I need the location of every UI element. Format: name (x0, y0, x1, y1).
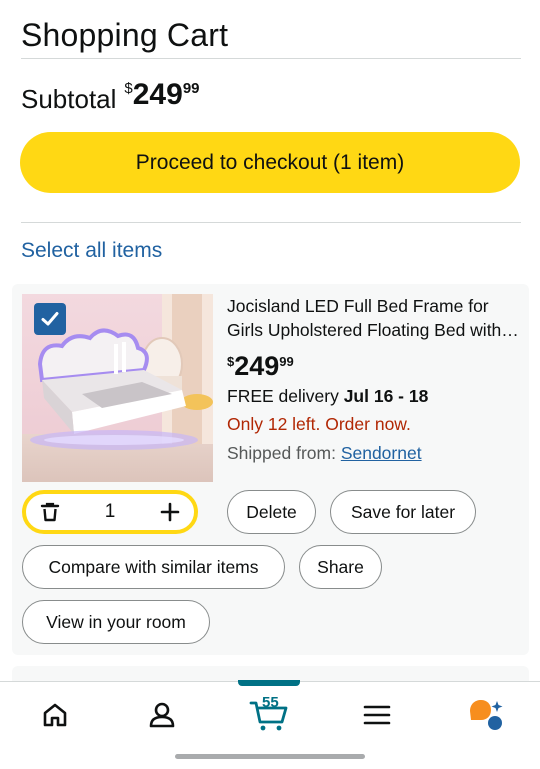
nav-menu-button[interactable] (355, 695, 399, 735)
share-button[interactable]: Share (299, 545, 382, 589)
home-icon (43, 703, 67, 727)
plus-icon[interactable] (158, 500, 182, 524)
subtotal-label: Subtotal (21, 84, 117, 114)
nav-rufus-button[interactable] (464, 695, 508, 735)
checkmark-icon (41, 312, 59, 326)
subtotal-price-fraction: 99 (182, 80, 200, 97)
stock-warning: Only 12 left. Order now. (227, 414, 411, 434)
item-price-currency: $ (227, 354, 235, 369)
shipped-from: Shipped from: Sendornet (227, 443, 422, 464)
select-all-link[interactable]: Select all items (21, 239, 162, 263)
system-home-indicator (175, 754, 365, 759)
section-divider (21, 222, 521, 223)
rufus-icon (470, 700, 503, 730)
view-in-room-button[interactable]: View in your room (22, 600, 210, 644)
seller-link[interactable]: Sendornet (341, 443, 422, 463)
page-title: Shopping Cart (21, 17, 229, 53)
shipped-label: Shipped from: (227, 443, 341, 463)
save-for-later-button[interactable]: Save for later (330, 490, 476, 534)
subtotal: Subtotal $ 249 99 (21, 78, 200, 115)
header-divider (21, 58, 521, 59)
active-tab-indicator (238, 680, 300, 686)
menu-icon (363, 705, 391, 725)
delete-button[interactable]: Delete (227, 490, 316, 534)
item-price: $ 249 99 (227, 351, 294, 381)
nav-home-button[interactable] (33, 695, 77, 735)
trash-icon[interactable] (38, 500, 62, 524)
item-select-checkbox[interactable] (34, 303, 66, 335)
cart-count-badge: 55 (262, 694, 279, 711)
product-title-link[interactable]: Jocisland LED Full Bed Frame for Girls U… (227, 294, 520, 342)
item-price-fraction: 99 (279, 354, 294, 369)
subtotal-currency: $ (124, 80, 133, 97)
quantity-stepper: 1 (22, 490, 198, 534)
quantity-value: 1 (104, 501, 116, 522)
subtotal-price-whole: 249 (132, 78, 183, 111)
proceed-to-checkout-button[interactable]: Proceed to checkout (1 item) (20, 132, 520, 193)
delivery-info: FREE delivery Jul 16 - 18 (227, 386, 428, 407)
item-price-whole: 249 (234, 351, 280, 381)
account-icon (149, 702, 175, 728)
delivery-date: Jul 16 - 18 (343, 386, 429, 406)
delivery-prefix: FREE delivery (227, 386, 344, 406)
compare-similar-button[interactable]: Compare with similar items (22, 545, 285, 589)
nav-account-button[interactable] (140, 695, 184, 735)
